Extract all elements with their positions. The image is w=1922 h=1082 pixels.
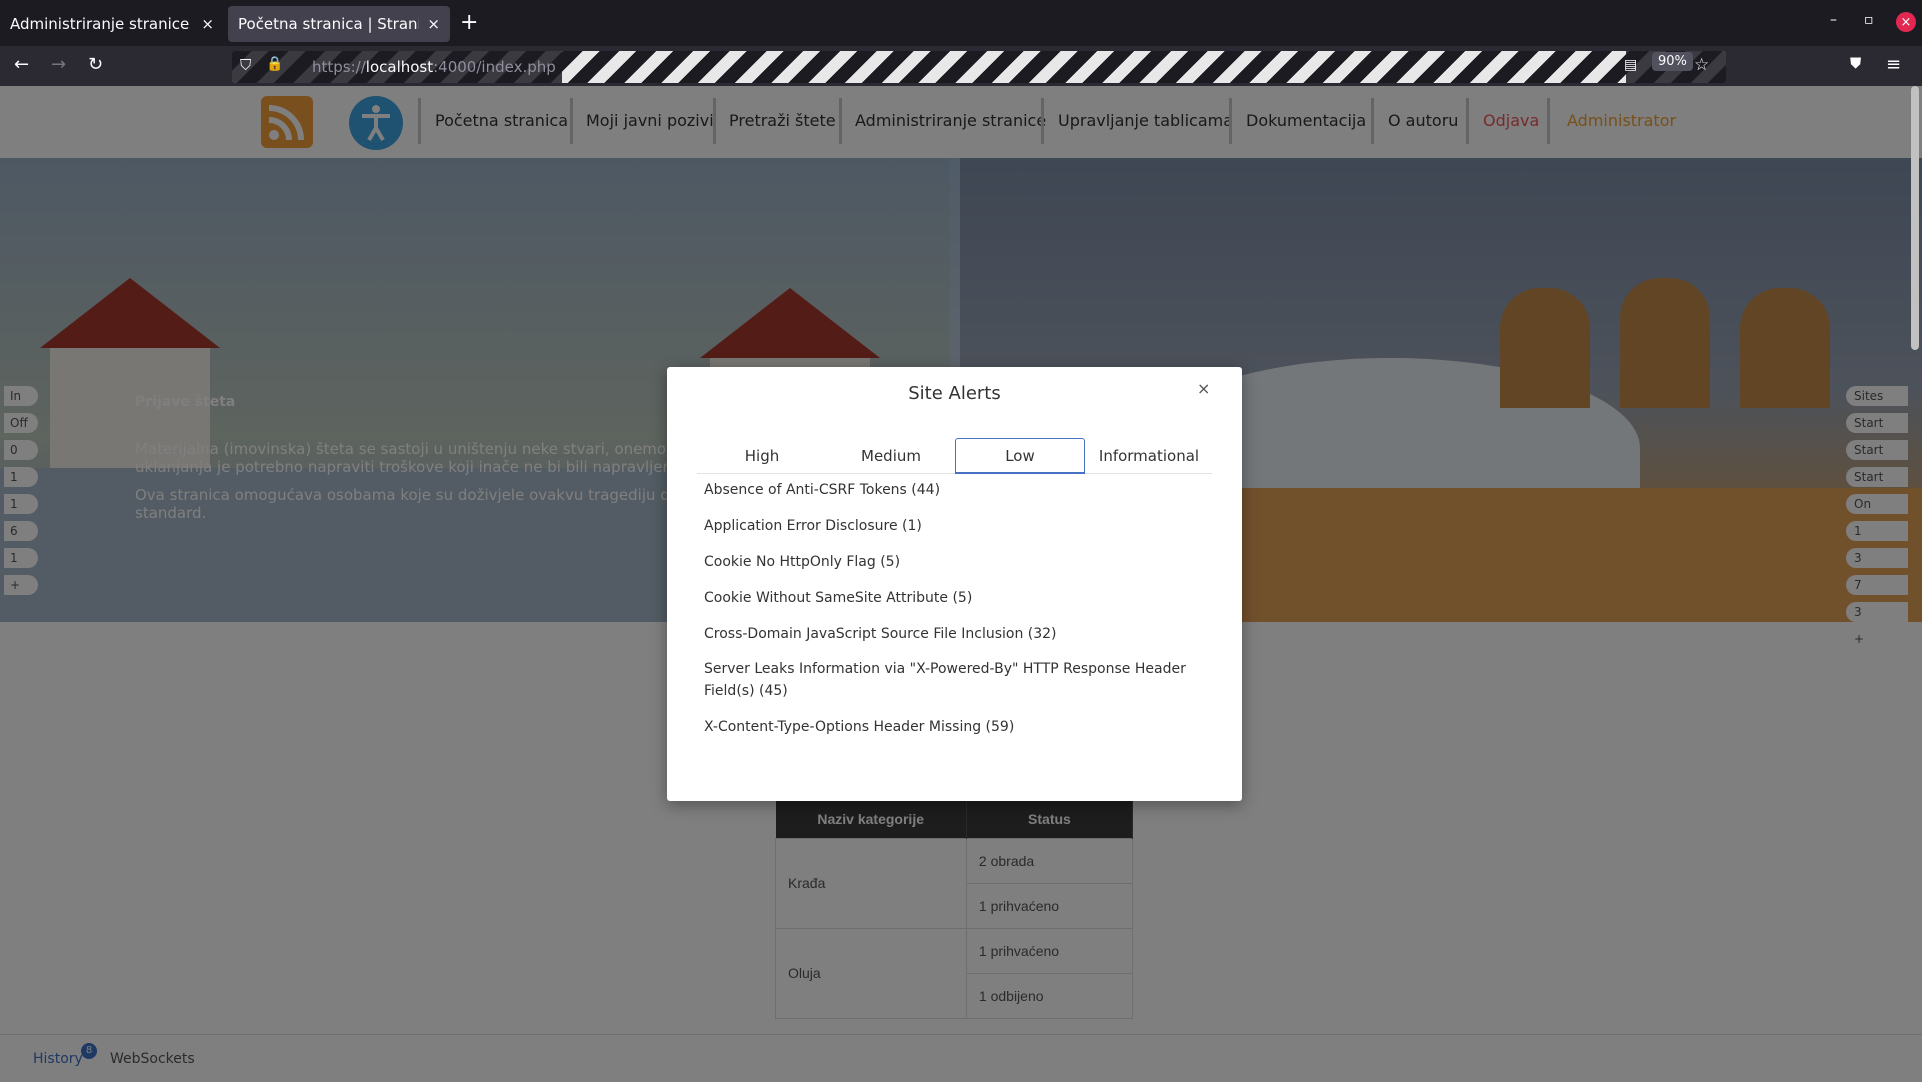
tab-label: Administriranje stranice | Str: [10, 15, 193, 33]
url-path: :4000/index.php: [433, 58, 556, 76]
close-icon[interactable]: ×: [1197, 379, 1210, 398]
page-scrollbar[interactable]: [1911, 86, 1919, 350]
browser-nav-bar: ← → ↻ ⛉ 🔒 https://localhost:4000/index.p…: [0, 46, 1922, 86]
minimize-icon[interactable]: –: [1830, 12, 1837, 28]
url-host: localhost: [365, 58, 434, 76]
zoom-badge[interactable]: 90%: [1652, 52, 1693, 71]
tab-informational[interactable]: Informational: [1084, 438, 1214, 474]
forward-icon[interactable]: →: [51, 54, 66, 75]
tab-close-icon[interactable]: ×: [201, 15, 214, 33]
url-text[interactable]: https://localhost:4000/index.php: [312, 58, 556, 76]
list-item[interactable]: Cross-Domain JavaScript Source File Incl…: [704, 623, 1214, 645]
shield-icon[interactable]: ⛉: [240, 56, 251, 74]
dialog-title: Site Alerts: [908, 383, 1001, 404]
list-item[interactable]: Application Error Disclosure (1): [704, 515, 1214, 537]
tab-medium[interactable]: Medium: [826, 438, 956, 474]
browser-tab-home[interactable]: Početna stranica | Stranica za ×: [228, 6, 450, 42]
reload-icon[interactable]: ↻: [88, 54, 103, 75]
menu-icon[interactable]: ≡: [1886, 54, 1901, 75]
tab-high[interactable]: High: [697, 438, 827, 474]
tab-close-icon[interactable]: ×: [427, 15, 440, 33]
pocket-icon[interactable]: ⛊: [1850, 54, 1861, 72]
alert-risk-tabs: High Medium Low Informational: [697, 438, 1212, 474]
reader-view-icon[interactable]: ▤: [1624, 57, 1637, 73]
list-item[interactable]: Cookie No HttpOnly Flag (5): [704, 551, 1214, 573]
window-close-icon[interactable]: ×: [1896, 12, 1916, 32]
list-item[interactable]: Absence of Anti-CSRF Tokens (44): [704, 479, 1214, 501]
url-bar[interactable]: ⛉ 🔒 https://localhost:4000/index.php ▤ ☆: [232, 51, 1726, 83]
list-item[interactable]: Cookie Without SameSite Attribute (5): [704, 587, 1214, 609]
bookmark-star-icon[interactable]: ☆: [1694, 55, 1709, 75]
lock-icon[interactable]: 🔒: [266, 56, 283, 72]
back-icon[interactable]: ←: [14, 54, 29, 75]
browser-tab-admin[interactable]: Administriranje stranice | Str ×: [0, 6, 224, 42]
browser-tab-bar: Administriranje stranice | Str × Početna…: [0, 0, 1922, 46]
url-scheme: https://: [312, 58, 366, 76]
new-tab-button[interactable]: +: [460, 10, 478, 35]
restore-icon[interactable]: ▫: [1864, 12, 1874, 28]
site-alerts-dialog: Site Alerts × High Medium Low Informatio…: [667, 367, 1242, 801]
list-item[interactable]: X-Content-Type-Options Header Missing (5…: [704, 716, 1214, 738]
tab-label: Početna stranica | Stranica za: [238, 15, 419, 33]
tab-low[interactable]: Low: [955, 438, 1085, 474]
list-item[interactable]: Server Leaks Information via "X-Powered-…: [704, 658, 1214, 702]
